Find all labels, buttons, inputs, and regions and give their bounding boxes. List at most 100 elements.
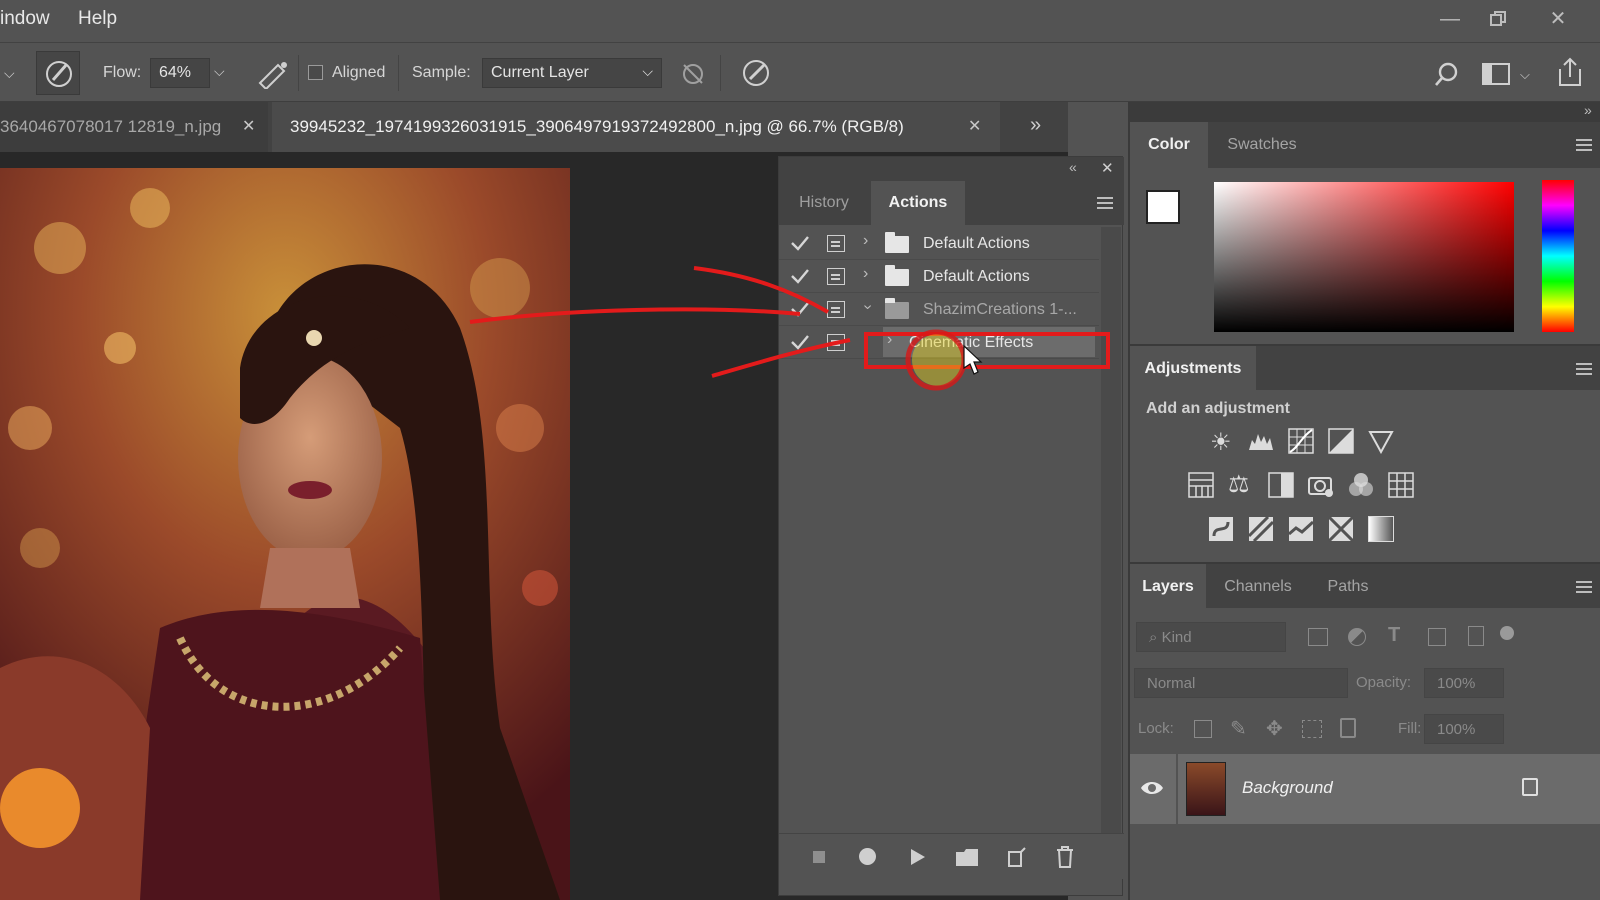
visibility-eye-icon[interactable]	[1140, 778, 1164, 798]
tab-swatches[interactable]: Swatches	[1210, 122, 1314, 168]
checkmark-icon[interactable]	[789, 266, 811, 286]
share-icon[interactable]	[1556, 57, 1584, 91]
blend-mode-select[interactable]: Normal	[1134, 668, 1348, 698]
airbrush-icon[interactable]	[256, 59, 290, 93]
minimize-icon[interactable]: —	[1430, 4, 1470, 34]
more-tabs-icon[interactable]: »	[1030, 114, 1041, 137]
curves-icon[interactable]	[1288, 428, 1314, 454]
chevron-down-icon[interactable]: ›	[859, 304, 877, 309]
photo-filter-icon[interactable]	[1308, 472, 1334, 498]
close-icon[interactable]: ✕	[242, 116, 255, 136]
play-icon[interactable]	[909, 847, 927, 867]
collapse-icon[interactable]: «	[1069, 159, 1077, 175]
workspace-icon[interactable]	[1482, 63, 1510, 89]
checkmark-icon[interactable]	[789, 299, 811, 319]
panel-menu-icon[interactable]	[1576, 139, 1592, 151]
chevron-right-icon[interactable]: ›	[887, 331, 892, 349]
tab-layers[interactable]: Layers	[1130, 564, 1206, 610]
panel-menu-icon[interactable]	[1576, 363, 1592, 375]
restore-icon[interactable]	[1478, 4, 1518, 34]
filter-smart-object-icon[interactable]	[1468, 626, 1484, 646]
action-set-row[interactable]: › Default Actions	[779, 227, 1099, 260]
action-set-row[interactable]: › Default Actions	[779, 260, 1099, 293]
color-lookup-icon[interactable]	[1388, 472, 1414, 498]
flow-dropdown-icon[interactable]: ⌵	[214, 63, 225, 80]
search-icon[interactable]	[1434, 61, 1460, 91]
gradient-map-icon[interactable]	[1368, 516, 1394, 542]
chevron-right-icon[interactable]: ›	[863, 232, 868, 250]
scrollbar[interactable]	[1101, 227, 1121, 833]
workspace-dropdown-icon[interactable]: ⌵	[1520, 67, 1530, 83]
color-field[interactable]	[1214, 182, 1514, 332]
flow-input[interactable]: 64%	[150, 58, 210, 88]
opacity-input[interactable]: 100%	[1424, 668, 1504, 698]
panel-menu-icon[interactable]	[1576, 581, 1592, 593]
checkmark-icon[interactable]	[789, 332, 811, 352]
action-row-selected[interactable]: › Cinematic Effects	[779, 326, 1099, 359]
levels-icon[interactable]	[1248, 428, 1274, 454]
lock-all-icon[interactable]	[1340, 718, 1356, 738]
sample-select[interactable]: Current Layer ⌵	[482, 58, 662, 88]
chevron-right-icon[interactable]: ›	[863, 265, 868, 283]
lock-position-icon[interactable]: ✥	[1266, 716, 1283, 741]
menu-help[interactable]: Help	[78, 8, 117, 30]
fill-input[interactable]: 100%	[1424, 714, 1504, 744]
layer-filter-kind[interactable]: ⌕ Kind	[1136, 622, 1286, 652]
exposure-icon[interactable]	[1328, 428, 1354, 454]
close-icon[interactable]: ✕	[1101, 159, 1114, 177]
selective-color-icon[interactable]	[1328, 516, 1354, 542]
invert-icon[interactable]	[1208, 516, 1234, 542]
stop-icon[interactable]	[813, 851, 825, 863]
aligned-checkbox[interactable]	[308, 65, 323, 80]
new-set-folder-icon[interactable]	[955, 847, 979, 867]
tab-color[interactable]: Color	[1130, 122, 1208, 168]
layer-row[interactable]: Background	[1130, 754, 1600, 824]
tab-actions[interactable]: Actions	[871, 181, 965, 225]
threshold-icon[interactable]	[1288, 516, 1314, 542]
black-white-icon[interactable]	[1268, 472, 1294, 498]
close-window-icon[interactable]: ✕	[1538, 4, 1578, 34]
tab-paths[interactable]: Paths	[1310, 564, 1386, 610]
dialog-toggle-icon[interactable]	[827, 268, 845, 285]
hue-slider[interactable]	[1542, 180, 1574, 332]
brush-preset-icon[interactable]	[36, 51, 80, 95]
record-icon[interactable]	[859, 848, 876, 865]
filter-type-icon[interactable]: T	[1388, 624, 1400, 647]
action-set-row-expanded[interactable]: › ShazimCreations 1-...	[779, 293, 1099, 326]
foreground-color-swatch[interactable]	[1146, 190, 1180, 224]
expand-icon[interactable]: »	[1584, 102, 1592, 118]
tab-channels[interactable]: Channels	[1208, 564, 1308, 610]
dialog-toggle-icon[interactable]	[827, 334, 845, 351]
posterize-icon[interactable]	[1248, 516, 1274, 542]
filter-pixel-icon[interactable]	[1308, 628, 1328, 646]
document-photo[interactable]	[0, 168, 570, 900]
filter-toggle-icon[interactable]	[1500, 626, 1514, 640]
dialog-toggle-icon[interactable]	[827, 301, 845, 318]
panel-menu-icon[interactable]	[1097, 197, 1113, 209]
vibrance-icon[interactable]	[1368, 428, 1394, 454]
tab-document-1[interactable]: 3640467078017 12819_n.jpg ✕	[0, 102, 268, 152]
ignore-adjustment-layers-icon[interactable]	[680, 61, 706, 91]
panel-header[interactable]: « ✕	[779, 157, 1124, 181]
tab-adjustments[interactable]: Adjustments	[1130, 346, 1256, 392]
channel-mixer-icon[interactable]	[1348, 472, 1374, 498]
pressure-size-icon[interactable]	[740, 57, 772, 93]
checkmark-icon[interactable]	[789, 233, 811, 253]
dialog-toggle-icon[interactable]	[827, 235, 845, 252]
lock-transparent-icon[interactable]	[1194, 720, 1212, 738]
hue-saturation-icon[interactable]	[1188, 472, 1214, 498]
trash-icon[interactable]	[1055, 845, 1075, 869]
tab-document-2[interactable]: 39945232_1974199326031915_39064979193724…	[272, 102, 1000, 152]
lock-image-icon[interactable]: ✎	[1230, 716, 1247, 741]
dock-header[interactable]: »	[1130, 102, 1600, 122]
color-balance-icon[interactable]: ⚖	[1228, 470, 1254, 498]
filter-adjustment-icon[interactable]	[1348, 628, 1366, 646]
tab-history[interactable]: History	[779, 181, 869, 225]
new-action-icon[interactable]	[1007, 846, 1027, 868]
menu-window[interactable]: indow	[0, 8, 50, 30]
lock-artboard-icon[interactable]	[1302, 720, 1322, 738]
tool-preset-chevron-icon[interactable]: ⌵	[4, 65, 15, 82]
filter-shape-icon[interactable]	[1428, 628, 1446, 646]
brightness-contrast-icon[interactable]: ☀	[1210, 428, 1236, 456]
close-icon[interactable]: ✕	[968, 116, 981, 136]
